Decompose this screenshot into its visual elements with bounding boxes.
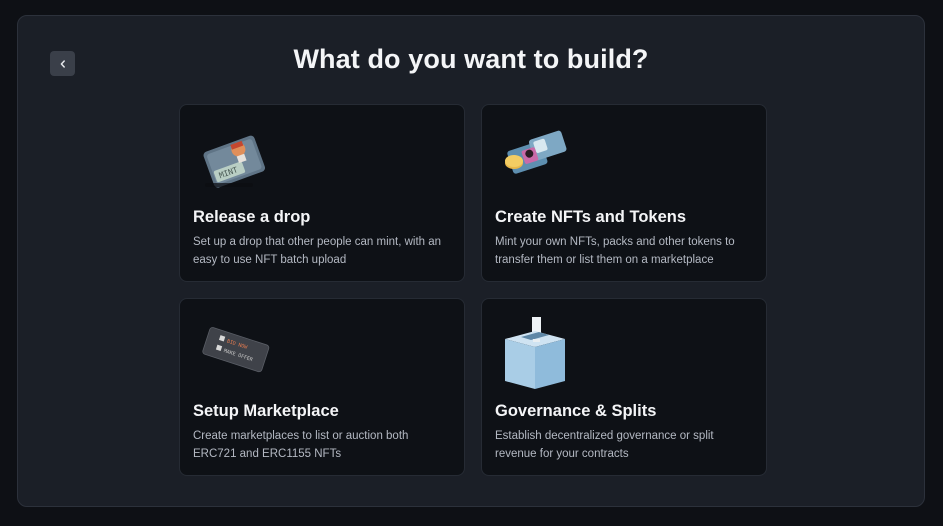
marketplace-card-illustration: BID NOW MAKE OFFER	[202, 327, 270, 373]
card-description: Create marketplaces to list or auction b…	[193, 430, 409, 460]
page-title: What do you want to build?	[293, 44, 649, 74]
card-release-drop[interactable]: MINT Release a drop Set up a drop that o…	[179, 104, 465, 282]
card-title: Create NFTs and Tokens	[495, 208, 687, 226]
card-description: Set up a drop that other people can mint…	[193, 236, 442, 266]
ballot-box-illustration	[505, 317, 565, 389]
nft-tokens-illustration	[505, 130, 567, 174]
build-options-panel: What do you want to build? MINT Release …	[17, 15, 925, 507]
card-title: Setup Marketplace	[193, 402, 339, 420]
card-governance-splits[interactable]: Governance & Splits Establish decentrali…	[481, 298, 767, 476]
card-title: Release a drop	[193, 208, 311, 226]
card-description: Mint your own NFTs, packs and other toke…	[495, 236, 735, 266]
card-title: Governance & Splits	[495, 402, 657, 420]
card-create-nfts-tokens[interactable]: Create NFTs and Tokens Mint your own NFT…	[481, 104, 767, 282]
card-setup-marketplace[interactable]: BID NOW MAKE OFFER Setup Marketplace Cre…	[179, 298, 465, 476]
mint-card-illustration: MINT	[203, 135, 266, 188]
card-description: Establish decentralized governance or sp…	[495, 430, 714, 460]
